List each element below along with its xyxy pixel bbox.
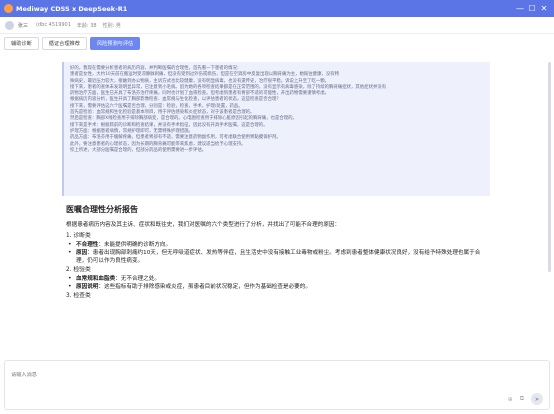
bullet-icon: • bbox=[68, 283, 72, 290]
patient-gender: 性别: 男 bbox=[102, 22, 121, 29]
bullet-text: ：这些指标有助于排除感染或炎症，虽患者目前状况稳定，但作为基础检查是必要的。 bbox=[98, 284, 311, 290]
scrollbar[interactable] bbox=[548, 62, 551, 272]
maximize-icon[interactable]: ☐ bbox=[526, 4, 538, 13]
window-title: Mediway CDSS x DeepSeek-R1 bbox=[16, 4, 128, 13]
avatar bbox=[5, 20, 14, 30]
analysis-report: 医嘱合理性分析报告 根据患者病历内容及其主诉、症状和既往史，我们对医嘱的六个类型… bbox=[62, 196, 490, 301]
message-input[interactable] bbox=[11, 372, 311, 378]
report-title: 医嘱合理性分析报告 bbox=[66, 204, 138, 214]
section-heading: 1. 诊断类 bbox=[66, 233, 91, 239]
close-icon[interactable]: ✕ bbox=[538, 4, 550, 13]
list-item: • 不合理性：未能提供明确的诊断方向。 bbox=[68, 241, 486, 249]
tab-bar: 辅助诊断 循证合理推荐 风险预测与评估 bbox=[4, 37, 141, 50]
list-item: • 血常规和血脂类：无不合理之处。 bbox=[68, 275, 486, 283]
bullet-icon: • bbox=[68, 241, 72, 248]
chat-content: 好的，我现在需要分析患者的病历内容，并判断医嘱的合理性，首先看一下患者的情况： … bbox=[62, 62, 490, 358]
bullet-icon: • bbox=[68, 249, 72, 256]
composer-actions: ⊕ ⧉ ➤ bbox=[508, 393, 543, 405]
bullet-text: ：无不合理之处。 bbox=[115, 276, 160, 282]
bullet-text: ：患者出现胸部刺痛约10天，但无呼吸道症状、发热等伴症，且生活史中没有接触工业毒… bbox=[76, 250, 481, 264]
tab-risk-prediction[interactable]: 风险预测与评估 bbox=[89, 37, 141, 50]
patient-id: (dbc 4519901 bbox=[36, 22, 71, 28]
reasoning-block: 好的，我现在需要分析患者的病历内容，并判断医嘱的合理性，首先看一下患者的情况： … bbox=[62, 62, 490, 196]
section-heading: 2. 检验类 bbox=[66, 267, 91, 273]
bullet-icon: • bbox=[68, 275, 72, 282]
list-item: • 原因说明：这些指标有助于排除感染或炎症，虽患者目前状况稳定，但作为基础检查是… bbox=[68, 283, 486, 291]
patient-info-bar: 张三 (dbc 4519901 年龄: 38 性别: 男 bbox=[0, 17, 554, 34]
bullet-label: 血常规和血脂类 bbox=[76, 276, 116, 282]
bullet-label: 原因 bbox=[76, 250, 88, 256]
send-button[interactable]: ➤ bbox=[531, 393, 543, 405]
tab-assisted-diagnosis[interactable]: 辅助诊断 bbox=[4, 37, 39, 50]
minimize-icon[interactable]: — bbox=[514, 4, 526, 13]
patient-age: 年龄: 38 bbox=[76, 22, 97, 29]
report-intro: 根据患者病历内容及其主诉、症状和既往史，我们对医嘱的六个类型进行了分析，并找出了… bbox=[66, 222, 341, 228]
bullet-label: 不合理性 bbox=[76, 242, 99, 248]
bullet-label: 原因说明 bbox=[76, 284, 99, 290]
bullet-text: ：未能提供明确的诊断方向。 bbox=[98, 242, 172, 248]
section-heading: 3. 检查类 bbox=[66, 293, 91, 299]
patient-name: 张三 bbox=[18, 22, 29, 29]
reasoning-line: 综上所述，大部分医嘱是合理的，但部分药品的使用需要进一步评估。 bbox=[70, 147, 207, 153]
message-composer: ⊕ ⧉ ➤ bbox=[4, 360, 550, 410]
app-logo-icon bbox=[4, 4, 13, 13]
list-item: • 原因：患者出现胸部刺痛约10天，但无呼吸道症状、发热等伴症，且生活史中没有接… bbox=[68, 249, 486, 265]
copy-icon[interactable]: ⧉ bbox=[520, 395, 524, 403]
tab-evidence-recommendation[interactable]: 循证合理推荐 bbox=[41, 37, 87, 50]
title-bar: Mediway CDSS x DeepSeek-R1 — ☐ ✕ bbox=[0, 0, 554, 17]
attach-icon[interactable]: ⊕ bbox=[508, 396, 513, 403]
